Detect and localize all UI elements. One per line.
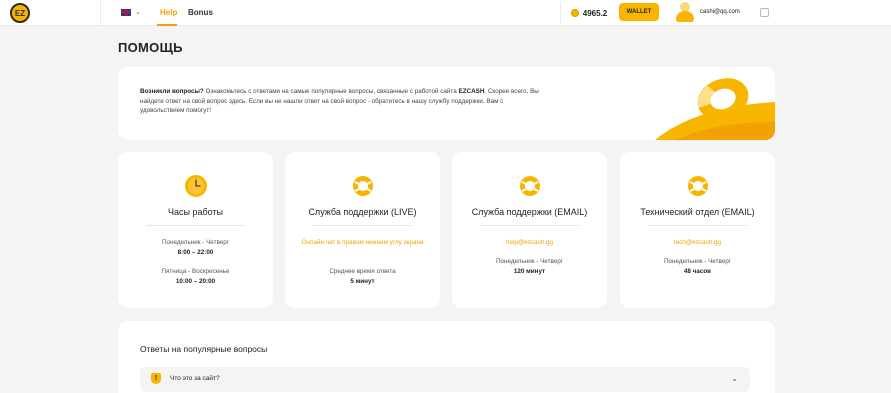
card-title: Часы работы	[167, 207, 224, 217]
avatar	[676, 2, 694, 22]
balance-value: 4965.2	[582, 8, 608, 18]
balance-display: 4965.2	[560, 2, 617, 24]
tech-department-card: Технический отдел (EMAIL) tech@ezcash.gg…	[620, 152, 775, 308]
faq-item[interactable]: ! Что это за сайт? ⌄	[140, 367, 750, 392]
card-title: Технический отдел (EMAIL)	[640, 207, 755, 217]
lifebuoy-icon	[520, 176, 540, 196]
lifebuoy-icon	[353, 176, 373, 196]
divider	[648, 225, 747, 226]
intro-card: Возникли вопросы? Ознакомьтесь с ответам…	[118, 67, 775, 140]
card-title: Служба поддержки (LIVE)	[308, 207, 417, 217]
faq-section: Ответы на популярные вопросы ! Что это з…	[118, 321, 775, 393]
weekend-label: Пятница - Воскресенье	[161, 268, 230, 275]
faq-title: Ответы на популярные вопросы	[140, 344, 268, 354]
lifebuoy-illustration	[655, 78, 775, 140]
card-title: Служба поддержки (EMAIL)	[471, 207, 588, 217]
intro-lead: Возникли вопросы?	[140, 88, 204, 95]
schedule-label: Понедельник - Четверг	[663, 258, 732, 265]
uk-flag-icon	[121, 8, 131, 16]
chevron-down-icon: ⌄	[135, 9, 141, 16]
weekday-hours: 8:00 – 22:00	[177, 249, 214, 256]
intro-brand: EZCASH	[458, 88, 485, 95]
schedule-label: Понедельник - Четверг	[495, 258, 564, 265]
response-time-value: 120 минут	[513, 268, 546, 275]
intro-text: Возникли вопросы? Ознакомьтесь с ответам…	[140, 87, 540, 116]
live-chat-note[interactable]: Онлайн чат в правом нижнем углу экрана	[299, 238, 426, 248]
response-time-label: Среднее время ответа	[329, 268, 396, 275]
top-header: EZ ⌄ Help Bonus 4965.2 WALLET cashi@qq.c…	[0, 0, 891, 26]
nav-active-indicator	[157, 24, 177, 26]
nav-bonus[interactable]: Bonus	[188, 8, 213, 17]
support-email-link[interactable]: help@ezcash.gg	[452, 239, 607, 246]
nav-help[interactable]: Help	[160, 8, 177, 17]
divider	[146, 225, 245, 226]
user-email: cashi@qq.com	[700, 9, 740, 15]
email-support-card: Служба поддержки (EMAIL) help@ezcash.gg …	[452, 152, 607, 308]
intro-text-1: Ознакомьтесь с ответами на самые популяр…	[203, 88, 459, 95]
live-support-card: Служба поддержки (LIVE) Онлайн чат в пра…	[285, 152, 440, 308]
user-profile[interactable]: cashi@qq.com	[676, 2, 740, 22]
language-selector[interactable]: ⌄	[121, 8, 141, 16]
divider	[313, 225, 412, 226]
header-divider	[100, 0, 101, 26]
wallet-button[interactable]: WALLET	[619, 3, 659, 21]
tech-email-link[interactable]: tech@ezcash.gg	[620, 239, 775, 246]
divider	[480, 225, 579, 226]
chevron-down-icon[interactable]: ⌄	[731, 374, 738, 383]
logout-icon[interactable]	[760, 8, 769, 17]
response-time-value: 48 часов	[683, 268, 712, 275]
site-logo[interactable]: EZ	[10, 3, 30, 23]
clock-icon	[185, 175, 207, 197]
working-hours-card: Часы работы Понедельник - Четверг 8:00 –…	[118, 152, 273, 308]
coin-icon	[570, 9, 579, 17]
weekday-label: Понедельник - Четверг	[161, 239, 230, 246]
faq-question: Что это за сайт?	[170, 375, 220, 382]
weekend-hours: 10:00 – 20:00	[175, 278, 216, 285]
page-title: ПОМОЩЬ	[118, 40, 183, 55]
response-time-value: 5 минут	[350, 278, 375, 285]
info-badge-icon: !	[151, 373, 161, 384]
lifebuoy-icon	[688, 176, 708, 196]
